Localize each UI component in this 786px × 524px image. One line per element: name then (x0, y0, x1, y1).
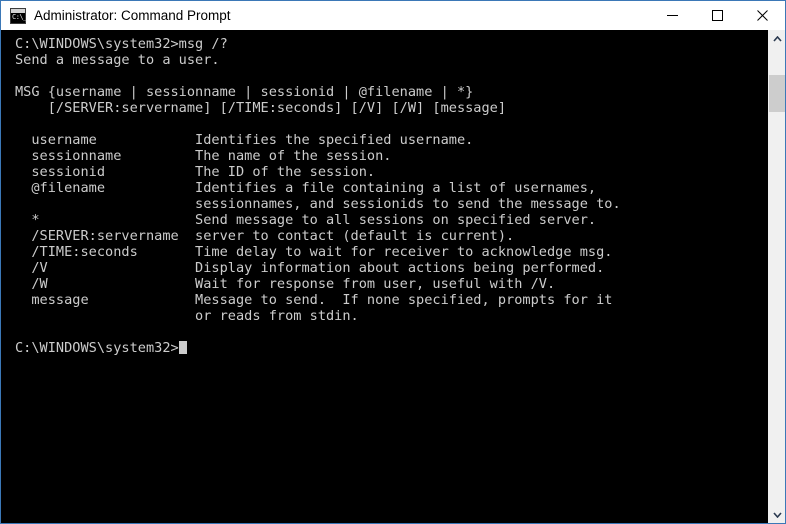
window-controls (650, 1, 785, 30)
chevron-down-icon (773, 511, 782, 518)
close-button[interactable] (740, 1, 785, 30)
minimize-icon (667, 15, 678, 16)
maximize-button[interactable] (695, 1, 740, 30)
console-output[interactable]: C:\WINDOWS\system32>msg /? Send a messag… (1, 30, 768, 523)
final-prompt: C:\WINDOWS\system32> (15, 340, 179, 356)
close-icon (757, 10, 768, 21)
command-prompt-window: C:\_ Administrator: Command Prompt C:\WI… (0, 0, 786, 524)
command-prompt-icon[interactable]: C:\_ (10, 7, 27, 24)
chevron-up-icon (773, 35, 782, 42)
console-text-content: C:\WINDOWS\system32>msg /? Send a messag… (15, 36, 621, 324)
console-scrollbar[interactable] (768, 30, 785, 523)
block-cursor (178, 341, 187, 354)
scroll-down-arrow[interactable] (769, 506, 785, 523)
maximize-icon (712, 10, 723, 21)
window-title: Administrator: Command Prompt (34, 8, 231, 23)
minimize-button[interactable] (650, 1, 695, 30)
console-area[interactable]: C:\WINDOWS\system32>msg /? Send a messag… (1, 30, 785, 523)
scrollbar-thumb[interactable] (769, 75, 785, 112)
titlebar[interactable]: C:\_ Administrator: Command Prompt (1, 1, 785, 30)
scroll-up-arrow[interactable] (769, 30, 785, 47)
icon-prompt-glyph: C:\_ (12, 12, 27, 21)
